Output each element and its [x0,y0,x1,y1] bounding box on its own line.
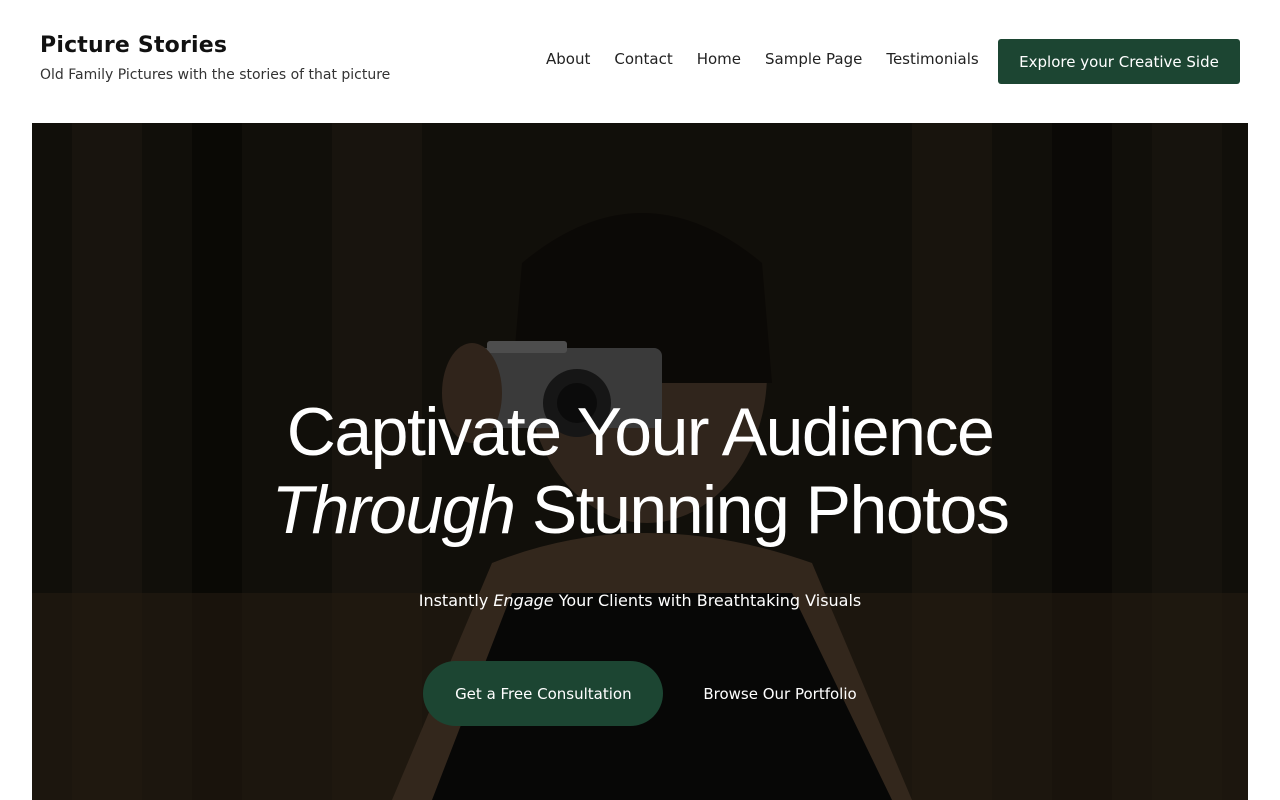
site-tagline: Old Family Pictures with the stories of … [40,67,391,83]
nav-item-home[interactable]: Home [697,50,741,68]
nav-item-sample-page[interactable]: Sample Page [765,50,862,68]
primary-nav: About Contact Home Sample Page Testimoni… [546,50,979,68]
hero-content: Captivate Your Audience Through Stunning… [32,393,1248,726]
site-branding: Picture Stories Old Family Pictures with… [40,33,390,83]
hero-title-line2: Stunning Photos [514,472,1010,548]
hero-subtitle: Instantly Engage Your Clients with Breat… [32,591,1248,610]
hero-title: Captivate Your Audience Through Stunning… [32,393,1248,549]
nav-item-testimonials[interactable]: Testimonials [886,50,978,68]
hero-subtitle-pre: Instantly [418,591,494,610]
hero-section: Captivate Your Audience Through Stunning… [32,123,1248,800]
hero-title-emphasis: Through [271,472,516,548]
hero-buttons: Get a Free Consultation Browse Our Portf… [32,661,1248,726]
hero-title-line1: Captivate Your Audience [286,394,995,470]
hero-subtitle-emphasis: Engage [493,591,554,610]
nav-item-contact[interactable]: Contact [614,50,672,68]
site-header: Picture Stories Old Family Pictures with… [0,0,1280,123]
nav-item-about[interactable]: About [546,50,590,68]
browse-portfolio-link[interactable]: Browse Our Portfolio [703,685,856,703]
explore-creative-button[interactable]: Explore your Creative Side [998,39,1240,84]
hero-subtitle-post: Your Clients with Breathtaking Visuals [553,591,862,610]
site-title[interactable]: Picture Stories [40,33,390,58]
free-consultation-button[interactable]: Get a Free Consultation [423,661,664,726]
